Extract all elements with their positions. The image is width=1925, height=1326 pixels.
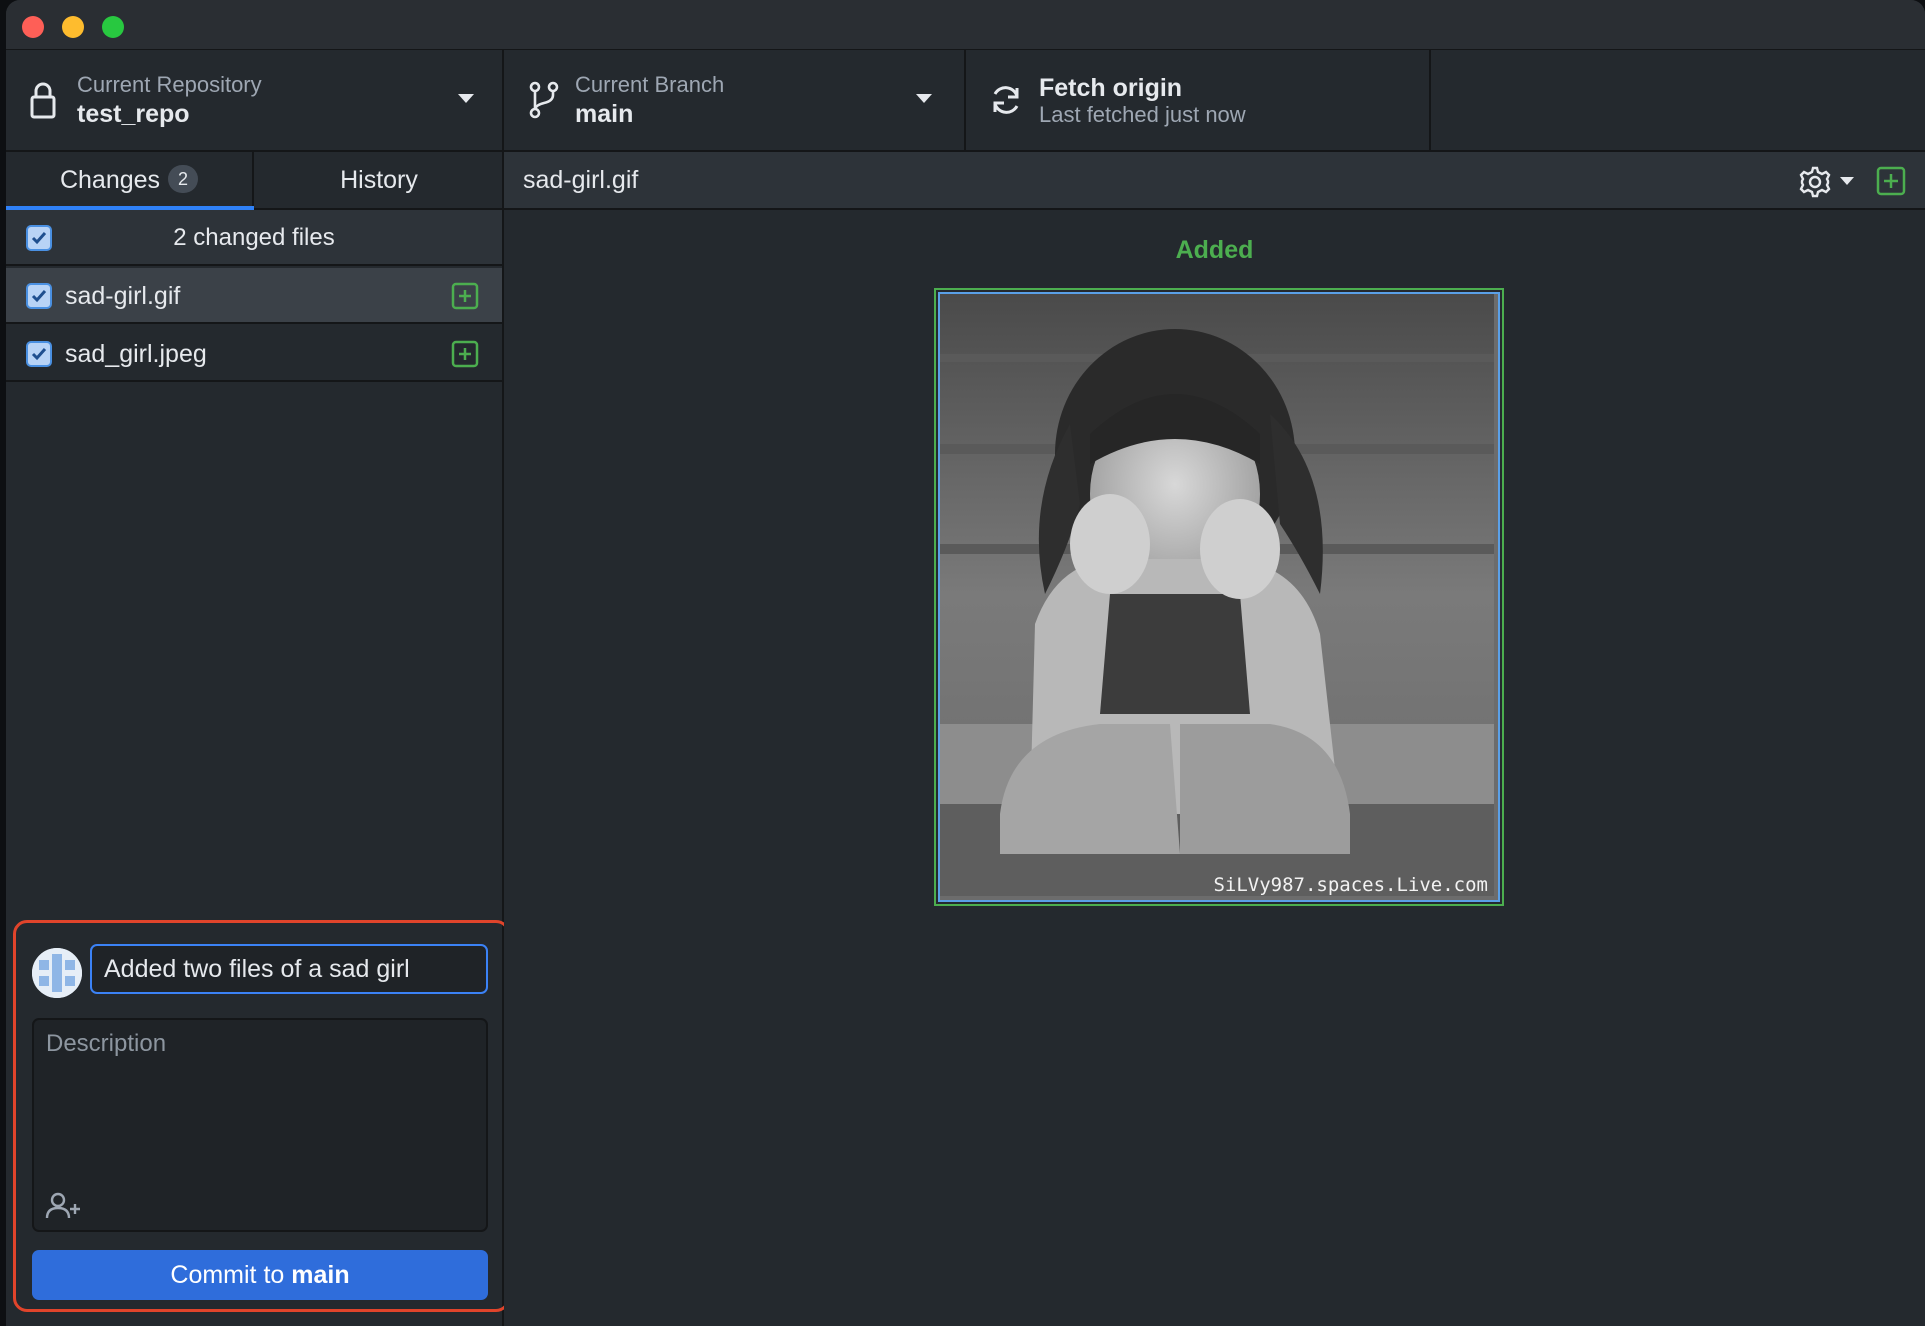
file-checkbox[interactable] (26, 283, 52, 309)
tab-history-label: History (340, 166, 418, 194)
tab-changes[interactable]: Changes 2 (6, 152, 254, 210)
avatar (32, 948, 82, 998)
file-added-icon (451, 282, 479, 310)
title-bar (6, 0, 1925, 50)
commit-description-input[interactable]: Description (32, 1018, 488, 1232)
checkmark-icon (31, 290, 47, 303)
changed-files-count: 2 changed files (173, 224, 335, 251)
fetch-status: Last fetched just now (1039, 102, 1246, 127)
toolbar: Current Repository test_repo Current Bra… (6, 50, 1925, 152)
chevron-down-icon (458, 94, 474, 103)
fetch-label: Fetch origin (1039, 74, 1183, 102)
commit-summary-input[interactable]: Added two files of a sad girl (90, 944, 488, 994)
grayscale-photo (940, 294, 1494, 896)
checkmark-icon (31, 348, 47, 361)
image-preview: SiLVy987.spaces.Live.com (938, 292, 1500, 902)
diff-file-path: sad-girl.gif (523, 166, 639, 194)
lock-icon (30, 82, 56, 119)
file-row-sad-girl-jpeg[interactable]: sad_girl.jpeg (6, 326, 502, 382)
chevron-down-icon[interactable] (1840, 177, 1854, 185)
commit-button-branch: main (291, 1261, 350, 1289)
changes-count-badge: 2 (168, 165, 199, 193)
repository-name: test_repo (77, 100, 190, 128)
description-placeholder: Description (46, 1030, 167, 1057)
current-repository-dropdown[interactable]: Current Repository test_repo (6, 50, 504, 150)
git-branch-icon (529, 81, 559, 119)
chevron-down-icon (916, 94, 932, 103)
close-window-button[interactable] (22, 16, 44, 38)
file-added-icon (451, 340, 479, 368)
file-checkbox[interactable] (26, 341, 52, 367)
file-added-icon (1876, 166, 1906, 196)
image-preview-frame: SiLVy987.spaces.Live.com (934, 288, 1504, 906)
file-name: sad-girl.gif (65, 282, 181, 310)
gear-icon[interactable] (1798, 165, 1832, 199)
diff-header: sad-girl.gif (504, 152, 1925, 210)
branch-label: Current Branch (575, 72, 725, 97)
file-row-sad-girl-gif[interactable]: sad-girl.gif (6, 268, 502, 324)
select-all-checkbox[interactable] (26, 225, 52, 251)
tab-changes-label: Changes (59, 166, 161, 194)
sync-icon (993, 86, 1019, 114)
add-coauthor-icon[interactable] (44, 1190, 84, 1222)
repository-label: Current Repository (77, 72, 262, 97)
current-branch-dropdown[interactable]: Current Branch main (504, 50, 966, 150)
tab-history[interactable]: History (256, 152, 502, 208)
file-name: sad_girl.jpeg (65, 340, 207, 368)
changed-files-header: 2 changed files (6, 210, 502, 266)
zoom-window-button[interactable] (102, 16, 124, 38)
fetch-origin-button[interactable]: Fetch origin Last fetched just now (966, 50, 1431, 150)
checkmark-icon (31, 232, 47, 245)
diff-status-label: Added (1175, 236, 1254, 264)
image-watermark: SiLVy987.spaces.Live.com (1213, 874, 1488, 896)
branch-name: main (575, 100, 634, 128)
commit-button-prefix: Commit to (170, 1261, 285, 1289)
minimize-window-button[interactable] (62, 16, 84, 38)
commit-button[interactable]: Commit to main (32, 1250, 488, 1300)
avatar-identicon (32, 948, 82, 998)
diff-pane: sad-girl.gif Added SiLVy987.spaces.Live.… (504, 152, 1925, 1326)
app-window: Current Repository test_repo Current Bra… (6, 0, 1925, 1326)
sidebar-tabs: Changes 2 History (6, 152, 502, 210)
commit-panel: Added two files of a sad girl Descriptio… (13, 920, 510, 1312)
